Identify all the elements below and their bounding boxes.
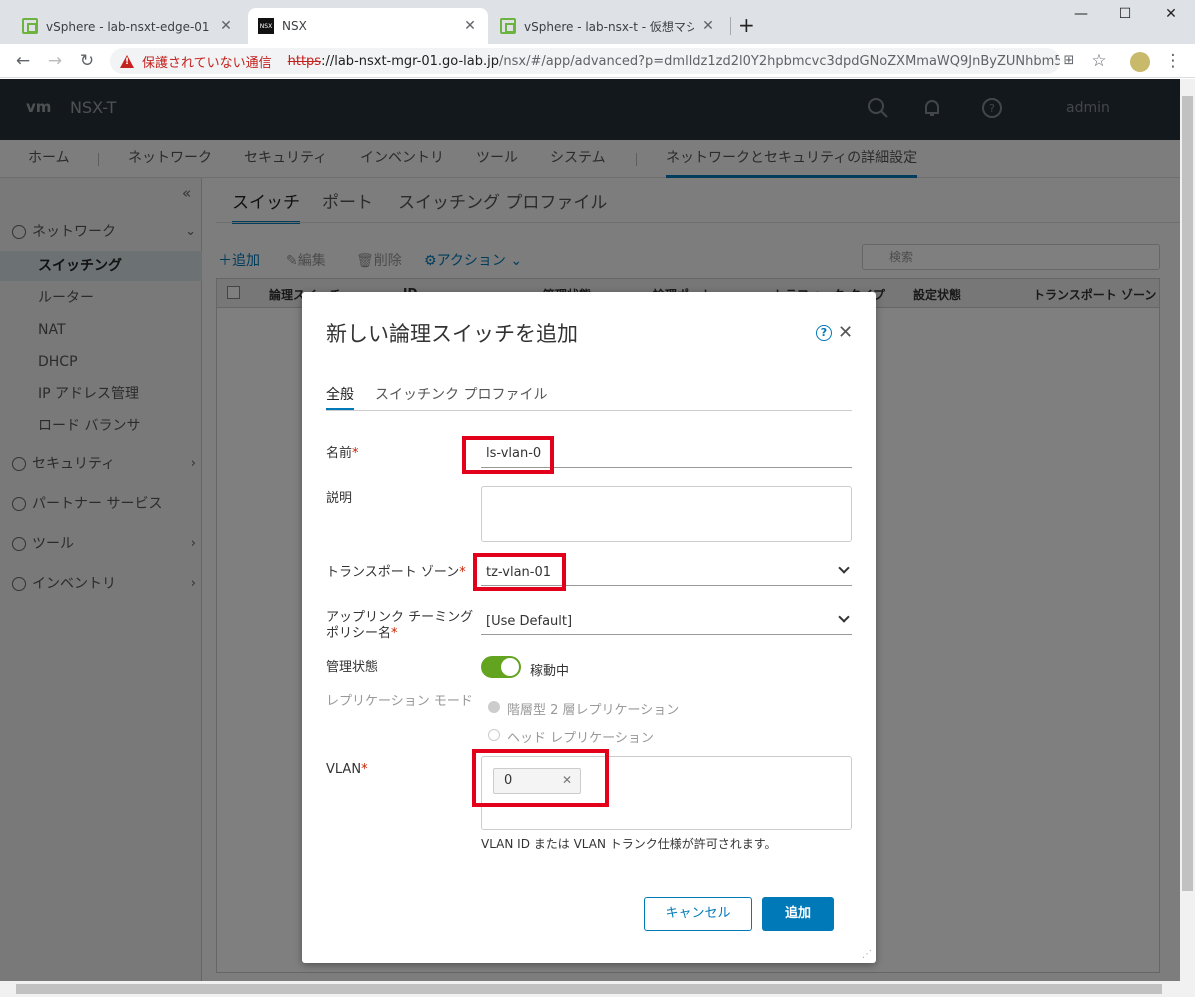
cancel-button[interactable]: キャンセル	[644, 897, 752, 931]
add-logical-switch-dialog: 新しい論理スイッチを追加 ? ✕ 全般 スイッチンク プロファイル 名前* ls…	[302, 292, 876, 963]
required-marker: *	[361, 762, 368, 777]
label-text: 名前	[326, 446, 353, 461]
label-text: トランスポート ゾーン	[326, 565, 460, 580]
uplink-teaming-select[interactable]: [Use Default]	[481, 607, 852, 635]
vlan-help-text: VLAN ID または VLAN トランク仕様が許可されます。	[481, 837, 777, 851]
bookmark-star-icon[interactable]: ☆	[1088, 50, 1110, 72]
replication-mode-label: レプリケーション モード	[326, 694, 473, 709]
forward-arrow-icon[interactable]: →	[44, 50, 66, 72]
browser-tab-nsx[interactable]: NSX NSX ✕	[248, 8, 488, 44]
description-field[interactable]	[481, 486, 852, 542]
admin-state-label: 管理状態	[326, 660, 379, 675]
address-bar[interactable]: 保護されていない通信 https ://lab-nsxt-mgr-01.go-l…	[110, 48, 1060, 74]
description-label: 説明	[326, 491, 353, 506]
close-tab-icon[interactable]: ✕	[700, 18, 716, 34]
label-text: アップリンク チーミング	[326, 610, 474, 625]
vertical-scroll-thumb[interactable]	[1182, 96, 1193, 891]
tab-divider	[326, 410, 852, 411]
required-marker: *	[459, 565, 466, 580]
chevron-down-icon	[838, 562, 850, 574]
close-tab-icon[interactable]: ✕	[218, 18, 234, 34]
vsphere-favicon-icon	[22, 18, 38, 34]
browser-tab-strip: vSphere - lab-nsxt-edge-01 - サマ ✕ NSX NS…	[0, 0, 1195, 44]
back-arrow-icon[interactable]: ←	[12, 50, 34, 72]
warning-icon	[120, 54, 134, 68]
admin-state-toggle[interactable]	[481, 656, 521, 678]
required-marker: *	[391, 626, 398, 641]
add-button[interactable]: 追加	[762, 897, 834, 931]
replication-head-radio[interactable]	[488, 729, 500, 741]
close-icon[interactable]: ✕	[838, 322, 853, 343]
window-close-button[interactable]: ✕	[1148, 6, 1194, 22]
required-marker: *	[352, 446, 359, 461]
label-text: VLAN	[326, 762, 362, 777]
help-icon[interactable]: ?	[816, 325, 832, 341]
label-text: ポリシー名	[326, 626, 392, 641]
horizontal-scroll-thumb[interactable]	[16, 984, 1162, 994]
highlight-box	[473, 553, 566, 591]
dialog-title: 新しい論理スイッチを追加	[326, 322, 578, 346]
tab-general[interactable]: 全般	[326, 384, 354, 410]
highlight-box	[472, 749, 609, 807]
selected-value: [Use Default]	[486, 614, 573, 629]
menu-kebab-icon[interactable]: ⋮	[1162, 50, 1184, 72]
close-tab-icon[interactable]: ✕	[462, 18, 478, 34]
url-host: ://lab-nsxt-mgr-01.go-lab.jp	[321, 53, 500, 69]
tab-title: NSX	[282, 19, 307, 33]
url-scheme: https	[287, 53, 322, 69]
replication-hierarchical-radio[interactable]	[488, 701, 500, 713]
translate-icon[interactable]: ⊞	[1058, 50, 1080, 72]
uplink-teaming-label: アップリンク チーミング ポリシー名*	[326, 610, 473, 642]
replication-head-label: ヘッド レプリケーション	[507, 731, 654, 746]
resize-grip-icon[interactable]: ⋰	[862, 950, 872, 960]
nsx-favicon-icon: NSX	[258, 18, 274, 34]
tab-switching-profile[interactable]: スイッチンク プロファイル	[375, 384, 547, 410]
vsphere-favicon-icon	[500, 18, 516, 34]
browser-toolbar: ← → ↻ 保護されていない通信 https ://lab-nsxt-mgr-0…	[0, 44, 1195, 78]
name-label: 名前*	[326, 446, 359, 462]
tab-title: vSphere - lab-nsxt-edge-01 - サマ	[46, 19, 212, 34]
transport-zone-label: トランスポート ゾーン*	[326, 565, 466, 581]
admin-state-value: 稼動中	[530, 664, 570, 679]
new-tab-button[interactable]: +	[738, 13, 755, 37]
url-path: /nsx/#/app/advanced?p=dmlldz1zd2l0Y2hpbm…	[499, 53, 1060, 69]
maximize-button[interactable]: ☐	[1102, 6, 1148, 22]
security-status: 保護されていない通信	[142, 55, 272, 71]
replication-hierarchical-label: 階層型 2 層レプリケーション	[507, 703, 680, 718]
highlight-box	[462, 436, 554, 474]
browser-tab-vsphere-vm[interactable]: vSphere - lab-nsx-t - 仮想マシン ✕	[490, 8, 726, 44]
chevron-down-icon	[838, 611, 850, 623]
tab-separator	[730, 17, 731, 35]
profile-avatar[interactable]	[1130, 52, 1150, 72]
browser-tab-vsphere-edge[interactable]: vSphere - lab-nsxt-edge-01 - サマ ✕	[12, 8, 244, 44]
reload-icon[interactable]: ↻	[76, 50, 98, 72]
vlan-label: VLAN*	[326, 762, 368, 778]
tab-title: vSphere - lab-nsx-t - 仮想マシン	[524, 19, 694, 34]
minimize-button[interactable]: —	[1058, 6, 1104, 22]
